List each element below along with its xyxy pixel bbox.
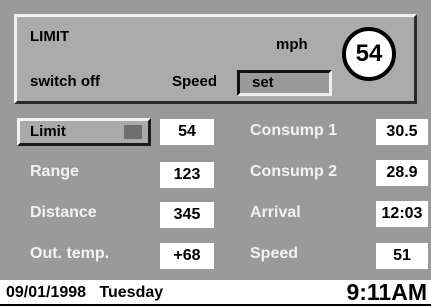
outside-temp-value: +68 bbox=[160, 243, 214, 269]
unit-label: mph bbox=[276, 36, 308, 53]
date-weekday: 09/01/1998 Tuesday bbox=[6, 284, 163, 302]
speed-row-label: Speed bbox=[250, 245, 299, 262]
status-bar: 09/01/1998 Tuesday 9:11AM bbox=[0, 279, 431, 305]
limit-button-label: Limit bbox=[30, 123, 66, 140]
speed-row-value: 51 bbox=[376, 243, 428, 269]
distance-label: Distance bbox=[30, 204, 97, 221]
limit-indicator-light bbox=[124, 125, 142, 139]
speed-label: Speed bbox=[172, 73, 218, 90]
set-button[interactable]: set bbox=[237, 70, 332, 96]
limit-title: LIMIT bbox=[30, 28, 70, 45]
date-text: 09/01/1998 bbox=[6, 284, 87, 301]
clock-time: 9:11AM bbox=[346, 279, 427, 305]
distance-value: 345 bbox=[160, 202, 214, 228]
limit-button[interactable]: Limit bbox=[17, 118, 151, 146]
consumption-2-value: 28.9 bbox=[376, 160, 428, 186]
consumption-1-value: 30.5 bbox=[376, 119, 428, 145]
arrival-label: Arrival bbox=[250, 204, 301, 221]
display-screen: LIMIT switch off mph Speed set 54 Limit … bbox=[0, 0, 431, 305]
weekday-text: Tuesday bbox=[99, 284, 164, 301]
consumption-2-label: Consump 2 bbox=[250, 163, 338, 180]
consumption-1-label: Consump 1 bbox=[250, 122, 338, 139]
range-value: 123 bbox=[160, 162, 214, 188]
current-speed-display: 54 bbox=[342, 27, 396, 81]
range-label: Range bbox=[30, 163, 79, 180]
switch-status-label: switch off bbox=[30, 73, 100, 90]
limit-value: 54 bbox=[160, 119, 214, 145]
arrival-value: 12:03 bbox=[376, 201, 428, 227]
outside-temp-label: Out. temp. bbox=[30, 245, 110, 262]
